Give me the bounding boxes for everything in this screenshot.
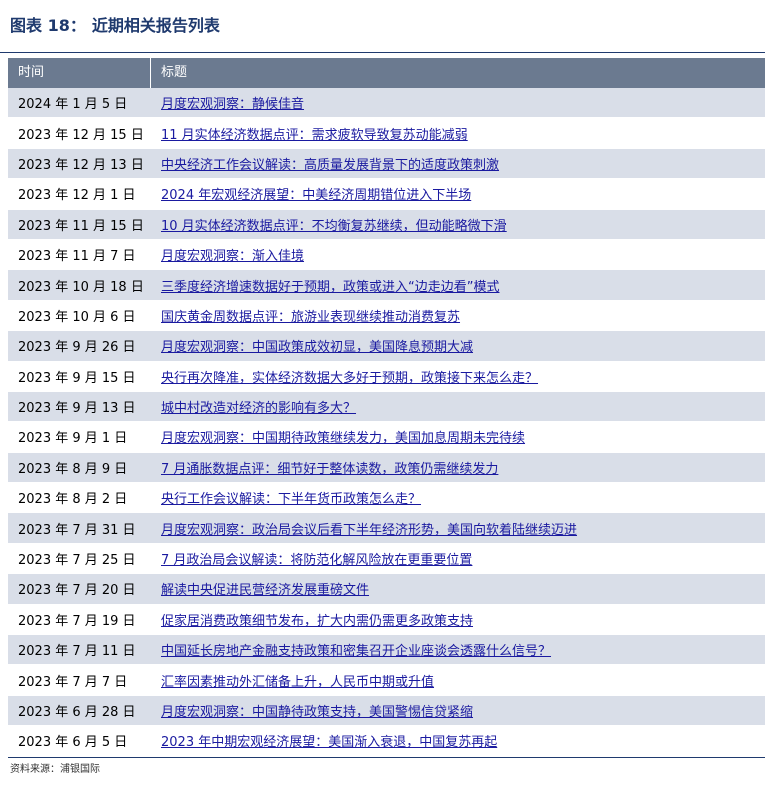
table-row: 2023 年 12 月 13 日中央经济工作会议解读：高质量发展背景下的适度政策… bbox=[8, 148, 765, 180]
table-row: 2023 年 8 月 9 日 7 月通胀数据点评：细节好于整体读数，政策仍需继续发… bbox=[8, 452, 765, 484]
report-link[interactable]: 解读中央促进民营经济发展重磅文件 bbox=[151, 579, 369, 598]
row-date: 2023 年 9 月 26 日 bbox=[18, 340, 136, 356]
table-row: 2023 年 9 月 26 日月度宏观洞察：中国政策成效初显，美国降息预期大减 bbox=[8, 331, 765, 362]
report-link[interactable]: 中央经济工作会议解读：高质量发展背景下的适度政策刺激 bbox=[151, 154, 499, 173]
report-link[interactable]: 7 月政治局会议解读：将防范化解风险放在更重要位置 bbox=[151, 549, 472, 568]
header-title: 标题 bbox=[161, 65, 188, 80]
table-row: 2023 年 8 月 2 日 央行工作会议解读：下半年货币政策怎么走？ bbox=[8, 483, 765, 514]
row-date: 2023 年 8 月 2 日 bbox=[18, 492, 128, 508]
report-link[interactable]: 央行工作会议解读：下半年货币政策怎么走？ bbox=[151, 488, 421, 507]
report-link[interactable]: 7 月通胀数据点评：细节好于整体读数，政策仍需继续发力 bbox=[151, 458, 498, 477]
row-date: 2023 年 10 月 6 日 bbox=[18, 309, 136, 325]
row-date: 2023 年 7 月 7 日 bbox=[18, 674, 128, 690]
table-row: 2023 年 10 月 6 日国庆黄金周数据点评：旅游业表现继续推动消费复苏 bbox=[8, 301, 765, 332]
row-date: 2023 年 9 月 1 日 bbox=[18, 431, 128, 447]
row-date: 2023 年 11 月 15 日 bbox=[18, 218, 144, 234]
report-link[interactable]: 中国延长房地产金融支持政策和密集召开企业座谈会透露什么信号？ bbox=[151, 640, 551, 659]
row-date: 2023 年 10 月 18 日 bbox=[18, 279, 144, 295]
table-row: 2023 年 7 月 20 日解读中央促进民营经济发展重磅文件 bbox=[8, 574, 765, 605]
table-row: 2023 年 7 月 11 日中国延长房地产金融支持政策和密集召开企业座谈会透露… bbox=[8, 635, 765, 666]
report-link[interactable]: 11 月实体经济数据点评：需求疲软导致复苏动能减弱 bbox=[151, 124, 468, 143]
table-row: 2023 年 7 月 7 日 汇率因素推动外汇储备上升，人民币中期或升值 bbox=[8, 665, 765, 696]
row-date: 2023 年 7 月 20 日 bbox=[18, 583, 136, 599]
report-link[interactable]: 月度宏观洞察：静候佳音 bbox=[151, 93, 304, 112]
row-date: 2023 年 6 月 5 日 bbox=[18, 735, 128, 751]
row-date: 2023 年 12 月 13 日 bbox=[18, 157, 144, 173]
row-date: 2023 年 7 月 19 日 bbox=[18, 613, 136, 629]
row-date: 2023 年 7 月 31 日 bbox=[18, 522, 136, 538]
report-link[interactable]: 2023 年中期宏观经济展望：美国渐入衰退，中国复苏再起 bbox=[151, 731, 497, 750]
figure-label: 图表 18： bbox=[10, 16, 86, 35]
row-date: 2023 年 7 月 25 日 bbox=[18, 553, 136, 569]
report-link[interactable]: 促家居消费政策细节发布，扩大内需仍需更多政策支持 bbox=[151, 610, 473, 629]
report-link[interactable]: 10 月实体经济数据点评：不均衡复苏继续，但动能略微下滑 bbox=[151, 215, 507, 234]
table-row: 2023 年 10 月 18 日三季度经济增速数据好于预期，政策或进入“边走边看… bbox=[8, 270, 765, 301]
report-table: 时间 标题 2024 年 1 月 5 日 月度宏观洞察：静候佳音 2023 年 12… bbox=[8, 58, 765, 758]
row-date: 2023 年 9 月 15 日 bbox=[18, 370, 136, 386]
table-body: 2024 年 1 月 5 日 月度宏观洞察：静候佳音 2023 年 12 月 15 … bbox=[8, 88, 765, 757]
table-row: 2023 年 7 月 19 日促家居消费政策细节发布，扩大内需仍需更多政策支持 bbox=[8, 605, 765, 636]
report-link[interactable]: 三季度经济增速数据好于预期，政策或进入“边走边看”模式 bbox=[151, 276, 499, 295]
row-date: 2023 年 11 月 7 日 bbox=[18, 249, 136, 265]
row-date: 2023 年 7 月 11 日 bbox=[18, 644, 136, 660]
table-row: 2023 年 6 月 5 日 2023 年中期宏观经济展望：美国渐入衰退，中国复苏… bbox=[8, 726, 765, 757]
report-link[interactable]: 2024 年宏观经济展望：中美经济周期错位进入下半场 bbox=[151, 184, 471, 203]
source-note: 资料来源：浦银国际 bbox=[10, 764, 100, 775]
figure-title: 图表 18： 近期相关报告列表 bbox=[10, 14, 226, 38]
table-header: 时间 标题 bbox=[8, 58, 765, 88]
table-row: 2023 年 12 月 15 日 11 月实体经济数据点评：需求疲软导致复苏动能减… bbox=[8, 118, 765, 149]
row-date: 2023 年 12 月 1 日 bbox=[18, 188, 136, 204]
report-link[interactable]: 国庆黄金周数据点评：旅游业表现继续推动消费复苏 bbox=[151, 306, 460, 325]
row-date: 2023 年 6 月 28 日 bbox=[18, 705, 136, 720]
figure-caption: 近期相关报告列表 bbox=[91, 16, 220, 35]
table-row: 2023 年 9 月 1 日 月度宏观洞察：中国期待政策继续发力，美国加息周期未完… bbox=[8, 422, 765, 453]
table-row: 2024 年 1 月 5 日 月度宏观洞察：静候佳音 bbox=[8, 88, 765, 119]
table-bottom-rule bbox=[8, 756, 765, 758]
report-link[interactable]: 城中村改造对经济的影响有多大？ bbox=[151, 397, 356, 416]
table-row: 2023 年 6 月 28 日月度宏观洞察：中国静待政策支持，美国警惕信贷紧缩 bbox=[8, 695, 765, 727]
table-row: 2023 年 7 月 31 日月度宏观洞察：政治局会议后看下半年经济形势，美国向… bbox=[8, 513, 765, 544]
header-date: 时间 bbox=[8, 58, 151, 88]
table-row: 2023 年 7 月 25 日 7 月政治局会议解读：将防范化解风险放在更重要位置 bbox=[8, 544, 765, 575]
table-row: 2023 年 11 月 15 日 10 月实体经济数据点评：不均衡复苏继续，但动能… bbox=[8, 209, 765, 240]
report-link[interactable]: 月度宏观洞察：中国政策成效初显，美国降息预期大减 bbox=[151, 336, 473, 355]
table-row: 2023 年 11 月 7 日月度宏观洞察：渐入佳境 bbox=[8, 240, 765, 271]
report-link[interactable]: 月度宏观洞察：中国期待政策继续发力，美国加息周期未完待续 bbox=[151, 427, 525, 446]
row-date: 2023 年 8 月 9 日 bbox=[18, 461, 128, 477]
row-date: 2023 年 9 月 13 日 bbox=[18, 401, 136, 417]
title-divider bbox=[0, 52, 765, 53]
report-link[interactable]: 央行再次降准，实体经济数据大多好于预期，政策接下来怎么走？ bbox=[151, 367, 538, 386]
table-row: 2023 年 12 月 1 日 2024 年宏观经济展望：中美经济周期错位进入下半… bbox=[8, 179, 765, 210]
row-date: 2024 年 1 月 5 日 bbox=[18, 97, 128, 113]
report-link[interactable]: 汇率因素推动外汇储备上升，人民币中期或升值 bbox=[151, 671, 434, 690]
report-link[interactable]: 月度宏观洞察：政治局会议后看下半年经济形势，美国向软着陆继续迈进 bbox=[151, 519, 577, 538]
row-date: 2023 年 12 月 15 日 bbox=[18, 127, 144, 143]
table-row: 2023 年 9 月 15 日央行再次降准，实体经济数据大多好于预期，政策接下来… bbox=[8, 362, 765, 392]
report-link[interactable]: 月度宏观洞察：中国静待政策支持，美国警惕信贷紧缩 bbox=[151, 701, 473, 720]
report-link[interactable]: 月度宏观洞察：渐入佳境 bbox=[151, 245, 304, 264]
table-row: 2023 年 9 月 13 日城中村改造对经济的影响有多大？ bbox=[8, 391, 765, 423]
